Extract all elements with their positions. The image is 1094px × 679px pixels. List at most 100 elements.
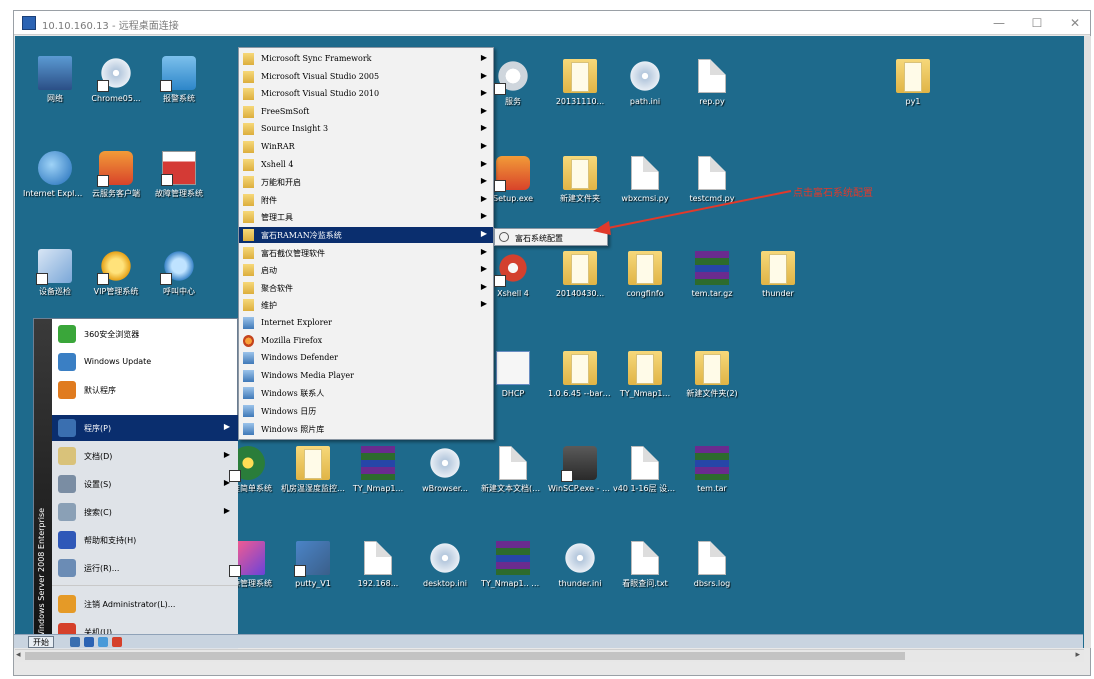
programs-menu-item[interactable]: 附件 ▶	[239, 192, 493, 208]
quicklaunch-explorer-icon[interactable]	[84, 637, 94, 647]
programs-menu-item[interactable]: Source Insight 3 ▶	[239, 121, 493, 137]
folder-icon	[243, 264, 254, 277]
scroll-thumb[interactable]	[25, 652, 905, 660]
programs-menu-item[interactable]: 富石RAMAN冷监系统 ▶	[239, 227, 493, 243]
start-menu-item[interactable]: 文档(D) ▶	[52, 443, 238, 469]
programs-menu-item[interactable]: Windows 照片库	[239, 421, 493, 437]
start-pinned-item[interactable]: Windows Update	[52, 349, 238, 375]
desktop-icon[interactable]: thunder	[746, 251, 810, 299]
programs-menu-item[interactable]: Microsoft Visual Studio 2010 ▶	[239, 86, 493, 102]
programs-menu-item[interactable]: FreeSmSoft ▶	[239, 104, 493, 120]
desktop-icon[interactable]: 20131110...	[548, 59, 612, 107]
desktop-icon[interactable]: putty_V1	[281, 541, 345, 589]
start-menu-item[interactable]: 运行(R)...	[52, 555, 238, 581]
program-icon	[243, 334, 254, 347]
pinned-app-icon	[58, 325, 76, 343]
folder-icon	[243, 176, 254, 189]
desktop-icon[interactable]: path.ini	[613, 59, 677, 107]
minimize-button[interactable]: —	[984, 13, 1014, 33]
rar-icon	[496, 541, 530, 575]
desktop-icon[interactable]: 呼叫中心	[147, 249, 211, 297]
programs-item-label: 富石截仪管理软件	[261, 248, 325, 258]
desktop-icon[interactable]: desktop.ini	[413, 541, 477, 589]
programs-menu-item[interactable]: 启动 ▶	[239, 262, 493, 278]
quicklaunch-desktop-icon[interactable]	[70, 637, 80, 647]
desktop-icon[interactable]: tem.tar	[680, 446, 744, 494]
desktop-icon[interactable]: VIP管理系统	[84, 249, 148, 297]
start-pinned-item[interactable]: 360安全浏览器	[52, 321, 238, 347]
start-menu-item[interactable]: 帮助和支持(H)	[52, 527, 238, 553]
programs-menu-item[interactable]: 管理工具 ▶	[239, 209, 493, 225]
programs-menu-item[interactable]: Windows 联系人	[239, 385, 493, 401]
desktop-icon[interactable]: 1.0.6.45 --baras...	[548, 351, 612, 399]
programs-menu-item[interactable]: Windows Defender	[239, 350, 493, 366]
desktop-icon[interactable]: TY_Nmap1.. 升级版.zip	[481, 541, 545, 589]
programs-menu-item[interactable]: 富石截仪管理软件 ▶	[239, 245, 493, 261]
programs-menu-item[interactable]: WinRAR ▶	[239, 139, 493, 155]
submenu-arrow-icon: ▶	[480, 88, 487, 98]
programs-menu-item[interactable]: Internet Explorer	[239, 315, 493, 331]
desktop-icon[interactable]: 新建文件夹(2)	[680, 351, 744, 399]
desktop-icon[interactable]: tem.tar.gz	[680, 251, 744, 299]
desktop-icon[interactable]: 故障管理系统	[147, 151, 211, 199]
desktop-icon[interactable]: TY_Nmap1...	[613, 351, 677, 399]
scroll-left-arrow-icon[interactable]: ◂	[16, 650, 21, 660]
desktop-icon[interactable]: Chrome05...	[84, 56, 148, 104]
submenu-arrow-icon: ▶	[480, 105, 487, 115]
programs-menu-item[interactable]: Microsoft Sync Framework ▶	[239, 51, 493, 67]
desktop-icon[interactable]: congfinfo	[613, 251, 677, 299]
programs-menu-item[interactable]: Windows Media Player	[239, 368, 493, 384]
desktop-icon-label: 新建文本文档(3).txt	[481, 484, 545, 493]
desktop-icon[interactable]: 192.168...	[346, 541, 410, 589]
program-icon	[243, 352, 254, 365]
desktop-icon[interactable]: Internet Explorer	[23, 151, 87, 199]
desktop-icon[interactable]: v40 1-16层 设备文件	[613, 446, 677, 494]
start-button[interactable]: 开始	[28, 636, 54, 648]
start-pinned-item[interactable]: 默认程序	[52, 377, 238, 403]
cal-icon	[161, 151, 196, 186]
programs-item-label: 附件	[261, 195, 277, 205]
programs-menu-item[interactable]: Xshell 4 ▶	[239, 157, 493, 173]
submenu-arrow-icon: ▶	[480, 246, 487, 256]
start-menu-item[interactable]: 程序(P) ▶	[52, 415, 238, 441]
desktop-icon[interactable]: wBrowser...	[413, 446, 477, 494]
maximize-button[interactable]: ☐	[1022, 13, 1052, 33]
desktop-icon[interactable]: 新建文本文档(3).txt	[481, 446, 545, 494]
desktop-icon[interactable]: 机房温湿度监控3.0	[281, 446, 345, 494]
quicklaunch-app-icon[interactable]	[112, 637, 122, 647]
title-bar[interactable]: 10.10.160.13 - 远程桌面连接 — ☐ ✕	[14, 11, 1090, 35]
desktop-icon-label: thunder	[762, 289, 794, 298]
programs-menu-item[interactable]: Mozilla Firefox	[239, 333, 493, 349]
desktop-icon[interactable]: dbsrs.log	[680, 541, 744, 589]
desktop-icon[interactable]: TY_Nmap1...	[346, 446, 410, 494]
programs-menu-item[interactable]: 万能和开启 ▶	[239, 174, 493, 190]
programs-menu-item[interactable]: Microsoft Visual Studio 2005 ▶	[239, 69, 493, 85]
start-menu-item[interactable]: 注销 Administrator(L)...	[52, 591, 238, 617]
desktop-icon[interactable]: 20140430...	[548, 251, 612, 299]
horizontal-scrollbar[interactable]: ◂ ▸	[15, 649, 1084, 662]
programs-item-label: Mozilla Firefox	[261, 335, 323, 345]
desktop-icon[interactable]: 网络	[23, 56, 87, 104]
quicklaunch-ie-icon[interactable]	[98, 637, 108, 647]
desktop-icon[interactable]: 设备巡检	[23, 249, 87, 297]
desktop-icon[interactable]: 云服务客户端	[84, 151, 148, 199]
desktop-icon[interactable]: WinSCP.exe - 快捷方式	[548, 446, 612, 494]
programs-item-label: 启动	[261, 266, 277, 276]
start-menu-item[interactable]: 设置(S) ▶	[52, 471, 238, 497]
programs-menu-item[interactable]: Windows 日历	[239, 403, 493, 419]
desktop-icon[interactable]: thunder.ini	[548, 541, 612, 589]
vertical-scrollbar[interactable]	[1084, 36, 1091, 648]
desktop-icon[interactable]: py1	[881, 59, 945, 107]
programs-menu-item[interactable]: 聚合软件 ▶	[239, 280, 493, 296]
start-item-label: 运行(R)...	[84, 564, 120, 573]
programs-menu-item[interactable]: 维护 ▶	[239, 297, 493, 313]
start-menu-item[interactable]: 搜索(C) ▶	[52, 499, 238, 525]
start-item-icon	[58, 531, 76, 549]
desktop-icon[interactable]: 看眼查问.txt	[613, 541, 677, 589]
scroll-right-arrow-icon[interactable]: ▸	[1075, 650, 1080, 660]
close-button[interactable]: ✕	[1060, 13, 1090, 33]
desktop-icon[interactable]: 报警系统	[147, 56, 211, 104]
desktop-icon[interactable]: rep.py	[680, 59, 744, 107]
annotation-arrow	[593, 190, 792, 235]
programs-item-label: Internet Explorer	[261, 318, 332, 327]
